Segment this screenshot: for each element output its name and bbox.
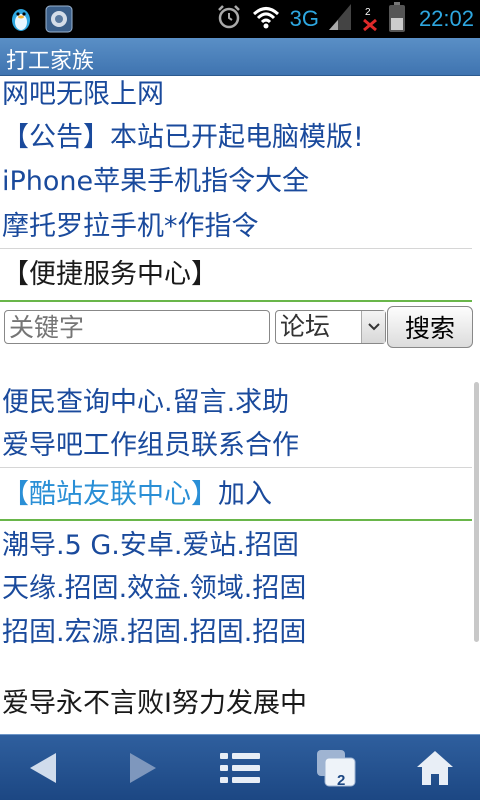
- category-select[interactable]: 论坛: [275, 310, 386, 344]
- notification-count: 2: [364, 7, 371, 18]
- friend-links-row[interactable]: 天缘.招固.效益.领域.招固: [2, 572, 306, 606]
- link-contact-team[interactable]: 爱导吧工作组员联系合作: [2, 429, 299, 463]
- link-announcement[interactable]: 【公告】本站已开起电脑模版!: [2, 121, 364, 155]
- windows-icon: 2: [315, 746, 359, 790]
- page-title: 打工家族: [6, 49, 95, 74]
- link-iphone-commands[interactable]: iPhone苹果手机指令大全: [2, 165, 309, 199]
- divider: [0, 467, 472, 468]
- link-motorola-commands[interactable]: 摩托罗拉手机*作指令: [2, 210, 259, 244]
- category-select-value: 论坛: [280, 312, 331, 341]
- join-link[interactable]: 加入: [218, 479, 272, 510]
- service-center-heading: 【便捷服务中心】: [2, 259, 218, 290]
- back-arrow-icon: [30, 753, 56, 783]
- menu-list-icon: [220, 753, 260, 783]
- battery-icon: [388, 2, 405, 36]
- divider-green: [0, 300, 472, 302]
- slogan: 爱导永不言败I努力发展中: [2, 688, 307, 719]
- qq-penguin-icon: [6, 4, 36, 34]
- status-bar: 3G 2 22:02: [0, 0, 480, 38]
- search-button[interactable]: 搜索: [387, 306, 473, 348]
- scrollbar[interactable]: [474, 382, 479, 642]
- network-type: 3G: [289, 6, 319, 31]
- clock: 22:02: [418, 6, 474, 31]
- forward-button[interactable]: [108, 735, 178, 800]
- browser-toolbar: 2: [0, 734, 480, 800]
- alarm-icon: [216, 4, 242, 34]
- wifi-icon: [252, 5, 280, 33]
- app-notification-icon: [44, 4, 74, 34]
- search-input[interactable]: [4, 310, 270, 344]
- tab-count: 2: [337, 772, 346, 789]
- link-internet-cafe[interactable]: 网吧无限上网: [2, 78, 164, 112]
- chevron-down-icon: [361, 311, 385, 343]
- home-button[interactable]: [400, 735, 470, 800]
- friend-links-row[interactable]: 潮导.5 G.安卓.爱站.招固: [2, 529, 299, 563]
- forward-arrow-icon: [130, 753, 156, 783]
- link-help-center[interactable]: 便民查询中心.留言.求助: [2, 386, 289, 420]
- friend-links-row[interactable]: 招固.宏源.招固.招固.招固: [2, 616, 306, 650]
- home-icon: [417, 751, 453, 785]
- divider: [0, 248, 472, 249]
- friend-links-title: 【酷站友联中心】: [2, 479, 218, 510]
- title-bar: 打工家族: [0, 38, 480, 76]
- menu-button[interactable]: [205, 735, 275, 800]
- friend-links-heading: 【酷站友联中心】加入: [2, 478, 272, 512]
- tabs-button[interactable]: 2: [302, 735, 372, 800]
- signal-icon: [328, 4, 351, 34]
- page-content: 网吧无限上网 【公告】本站已开起电脑模版! iPhone苹果手机指令大全 摩托罗…: [0, 76, 480, 734]
- no-data-icon: 2: [361, 4, 379, 34]
- divider-green: [0, 519, 472, 521]
- back-button[interactable]: [8, 735, 78, 800]
